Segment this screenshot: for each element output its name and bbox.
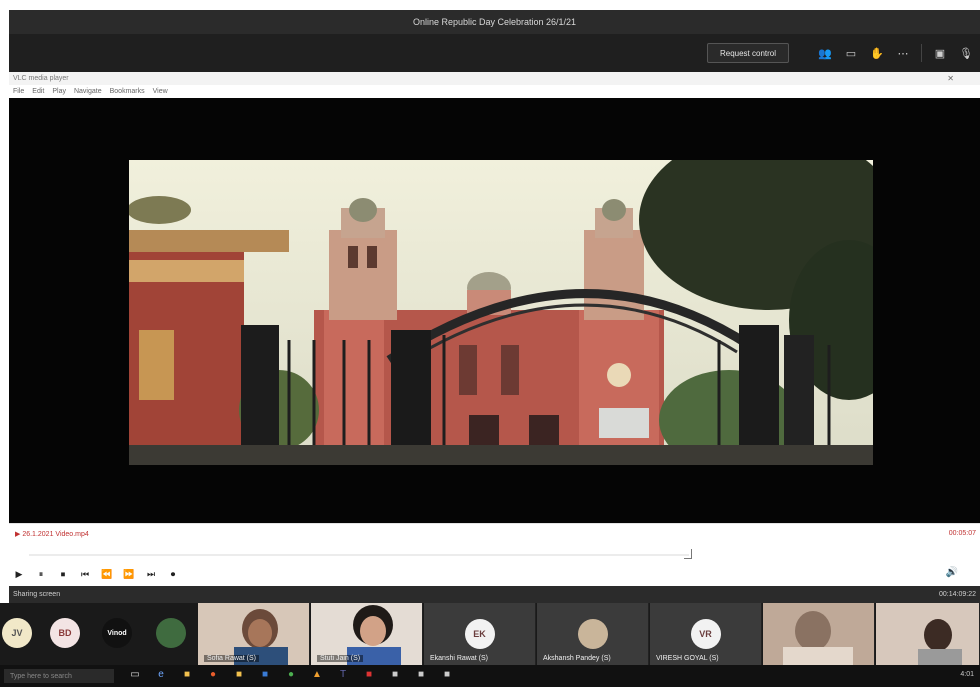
app-icon[interactable]: ■ [388, 668, 402, 682]
play-icon[interactable]: ▶ [13, 569, 25, 580]
teams-share-status: Sharing screen 00:14:09:22 [9, 586, 980, 603]
previous-icon[interactable]: ⏮ [79, 569, 91, 580]
more-icon[interactable]: ⋯ [895, 45, 911, 61]
participant-name: Ekanshi Rawat (S) [430, 655, 488, 662]
playback-controls: ▶ ⏸ ⏹ ⏮ ⏪ ⏩ ⏭ ⏺ 🔊 [9, 562, 980, 586]
call-duration: 00:14:09:22 [939, 591, 976, 598]
fast-forward-icon[interactable]: ⏩ [123, 569, 135, 580]
pause-icon[interactable]: ⏸ [35, 569, 47, 580]
participant-avatar [577, 619, 608, 649]
windows-taskbar: Type here to search ▭ e ■ ● ■ ■ ● ▲ T ■ … [0, 665, 980, 687]
media-time: 00:05:07 [948, 530, 976, 537]
camera-icon[interactable]: ▣ [932, 45, 948, 61]
rewind-icon[interactable]: ⏪ [101, 569, 113, 580]
seek-handle[interactable] [684, 549, 692, 559]
participant-tile[interactable] [763, 603, 875, 665]
firefox-icon[interactable]: ● [206, 668, 220, 682]
participant-tile[interactable]: VR VIRESH GOYAL (S) [650, 603, 762, 665]
app-icon[interactable]: ■ [362, 668, 376, 682]
teams-icon[interactable]: T [336, 668, 350, 682]
seek-track[interactable] [29, 554, 689, 556]
store-icon[interactable]: ■ [258, 668, 272, 682]
participant-tile[interactable]: Sofia Rawat (S) [198, 603, 310, 665]
player-title-bar: VLC media player ✕ [9, 72, 980, 85]
edge-icon[interactable]: e [154, 668, 168, 682]
menu-play[interactable]: Play [52, 88, 66, 95]
window-title-bar: Online Republic Day Celebration 26/1/21 [9, 10, 980, 34]
task-view-icon[interactable]: ▭ [128, 668, 142, 682]
participant-tile[interactable]: Akshansh Pandey (S) [537, 603, 649, 665]
people-icon[interactable]: 👥 [817, 45, 833, 61]
menu-view[interactable]: View [153, 88, 168, 95]
participant-initials: Vinod [107, 629, 127, 637]
files-icon[interactable]: ■ [232, 668, 246, 682]
participant-name: VIRESH GOYAL (S) [656, 655, 719, 662]
taskbar-search[interactable]: Type here to search [4, 669, 114, 683]
media-path: ▶ 26.1.2021 Video.mp4 [15, 531, 89, 538]
vlc-icon[interactable]: ▲ [310, 668, 324, 682]
player-title: VLC media player [13, 75, 69, 82]
participant-tile[interactable]: Stuti Jain (S) [311, 603, 423, 665]
app-icon[interactable]: ■ [440, 668, 454, 682]
participant-name: Sofia Rawat (S) [204, 655, 260, 662]
window-title: Online Republic Day Celebration 26/1/21 [412, 17, 577, 27]
player-menu-bar: File Edit Play Navigate Bookmarks View [9, 85, 980, 98]
close-icon[interactable]: ✕ [947, 74, 954, 83]
volume-icon[interactable]: 🔊 [946, 567, 958, 578]
taskbar-icons: ▭ e ■ ● ■ ■ ● ▲ T ■ ■ ■ ■ [128, 668, 454, 682]
chrome-icon[interactable]: ● [284, 668, 298, 682]
video-frame [129, 160, 873, 465]
toolbar-divider [921, 44, 922, 62]
stop-icon[interactable]: ⏹ [57, 569, 69, 580]
participant-avatar[interactable]: JV [2, 618, 32, 648]
participant-video [876, 603, 979, 665]
participant-tile[interactable] [876, 603, 980, 665]
participant-name: Akshansh Pandey (S) [543, 655, 611, 662]
menu-edit[interactable]: Edit [32, 88, 44, 95]
share-status-text: Sharing screen [13, 591, 61, 598]
mic-icon[interactable]: 🎙 [958, 45, 974, 61]
screen: Online Republic Day Celebration 26/1/21 … [0, 0, 980, 687]
seek-bar[interactable] [9, 546, 980, 562]
participant-avatar: EK [464, 619, 495, 649]
media-info-strip: ▶ 26.1.2021 Video.mp4 00:05:07 [9, 523, 980, 546]
participant-name: Stuti Jain (S) [317, 655, 364, 662]
chat-icon[interactable]: ▭ [843, 45, 859, 61]
participant-initials: JV [11, 628, 23, 638]
participant-avatar[interactable]: Vinod [102, 618, 132, 648]
hand-icon[interactable]: ✋ [869, 45, 885, 61]
church-gate-scene [129, 160, 873, 465]
folder-icon[interactable]: ■ [180, 668, 194, 682]
participant-avatar[interactable]: BD [50, 618, 80, 648]
participant-avatar: VR [690, 619, 721, 649]
participant-tile[interactable]: EK Ekanshi Rawat (S) [424, 603, 536, 665]
taskbar-clock: 4:01 [960, 671, 974, 678]
participant-avatar[interactable] [156, 618, 186, 648]
participant-initials: BD [58, 628, 72, 638]
request-control-button[interactable]: Request control [706, 43, 789, 63]
video-area[interactable] [9, 98, 980, 523]
menu-navigate[interactable]: Navigate [74, 88, 102, 95]
participant-video [763, 603, 874, 665]
menu-file[interactable]: File [13, 88, 24, 95]
app-icon[interactable]: ■ [414, 668, 428, 682]
menu-bookmarks[interactable]: Bookmarks [110, 88, 145, 95]
participants-strip: JV BD Vinod Sofia Rawat (S) Stuti Jain (… [0, 603, 980, 665]
next-icon[interactable]: ⏭ [145, 569, 157, 580]
meeting-toolbar: Request control 👥 ▭ ✋ ⋯ ▣ 🎙 [9, 34, 980, 72]
record-icon[interactable]: ⏺ [167, 569, 179, 580]
